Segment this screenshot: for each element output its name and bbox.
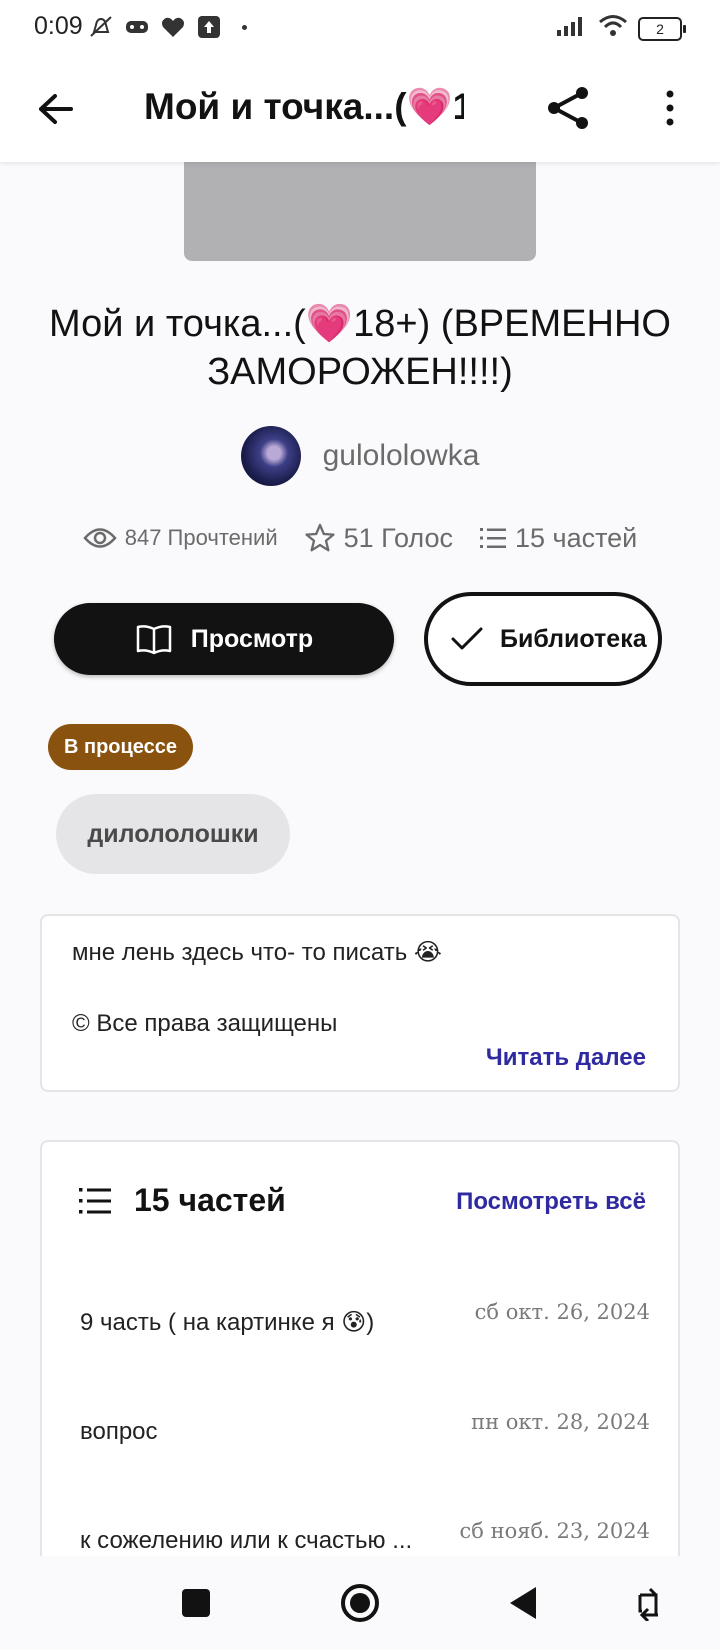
upload-icon bbox=[196, 14, 222, 40]
read-more-link[interactable]: Читать далее bbox=[486, 1044, 646, 1072]
battery-icon: 2 bbox=[638, 16, 686, 41]
parts-title: 15 частей bbox=[134, 1182, 286, 1218]
arrow-left-icon bbox=[39, 94, 73, 124]
part-title: вопрос bbox=[80, 1418, 158, 1445]
status-icons-left bbox=[88, 14, 247, 40]
author-avatar[interactable] bbox=[240, 426, 301, 486]
more-options-button[interactable] bbox=[650, 78, 690, 138]
story-stats: 847 Прочтений 51 Голос 15 частей bbox=[0, 522, 720, 554]
tag-chip[interactable]: дилололошки bbox=[56, 794, 290, 874]
parts-card: 15 частей Посмотреть всё 9 часть ( на ка… bbox=[40, 1140, 680, 1570]
reads-stat: 847 Прочтений bbox=[83, 525, 278, 551]
part-row[interactable]: 9 часть ( на картинке я 😰) сб окт. 26, 2… bbox=[80, 1300, 650, 1340]
list-icon bbox=[79, 1187, 111, 1213]
library-button[interactable]: Библиотека bbox=[424, 592, 662, 686]
parts-stat: 15 частей bbox=[479, 523, 637, 554]
library-button-label: Библиотека bbox=[500, 625, 647, 653]
back-nav-button[interactable] bbox=[498, 1578, 548, 1628]
rotate-icon bbox=[638, 1587, 658, 1621]
part-date: пн окт. 28, 2024 bbox=[471, 1410, 650, 1434]
share-icon bbox=[548, 87, 588, 129]
app-title: Мой и точка...(💗18+) (ВРЕМЕННО ЗАМОРОЖЕН… bbox=[144, 86, 464, 127]
part-title: к сожелению или к счастью ... bbox=[80, 1527, 413, 1554]
votes-stat: 51 Голос bbox=[304, 522, 453, 554]
heart-icon bbox=[160, 14, 186, 40]
mute-bell-icon bbox=[88, 14, 114, 40]
back-button[interactable] bbox=[30, 84, 80, 134]
parts-header: 15 частей bbox=[78, 1182, 286, 1219]
more-vertical-icon bbox=[666, 90, 674, 126]
home-button[interactable] bbox=[335, 1578, 385, 1628]
rotate-button[interactable] bbox=[624, 1578, 674, 1628]
part-title: 9 часть ( на картинке я 😰) bbox=[80, 1309, 375, 1336]
description-text: мне лень здесь что- то писать 😭 bbox=[72, 939, 442, 966]
part-date: сб окт. 26, 2024 bbox=[474, 1300, 650, 1324]
star-icon bbox=[304, 523, 335, 552]
author-name[interactable]: gulololowka bbox=[323, 439, 480, 473]
votes-count: 51 Голос bbox=[343, 522, 453, 553]
read-button-label: Просмотр bbox=[190, 624, 314, 653]
eye-icon bbox=[83, 528, 117, 548]
book-icon bbox=[136, 625, 172, 655]
part-date: сб нояб. 23, 2024 bbox=[459, 1519, 650, 1543]
square-icon bbox=[182, 1589, 210, 1617]
status-icons-right: 2 bbox=[556, 14, 686, 43]
reads-count: 847 Прочтений bbox=[124, 525, 278, 550]
story-title: Мой и точка...(💗18+) (ВРЕМЕННО ЗАМОРОЖЕН… bbox=[49, 303, 671, 393]
triangle-back-icon bbox=[510, 1587, 536, 1619]
system-nav-bar bbox=[0, 1556, 720, 1650]
check-icon bbox=[451, 627, 483, 650]
signal-icon bbox=[556, 14, 588, 43]
list-icon bbox=[479, 528, 506, 548]
description-card: мне лень здесь что- то писать 😭 © Все пр… bbox=[40, 914, 680, 1092]
part-row[interactable]: к сожелению или к счастью ... сб нояб. 2… bbox=[80, 1519, 650, 1559]
author-row[interactable]: gulololowka bbox=[0, 426, 720, 486]
recents-button[interactable] bbox=[171, 1578, 221, 1628]
app-bar: Мой и точка...(💗18+) (ВРЕМЕННО ЗАМОРОЖЕН… bbox=[0, 56, 720, 162]
gamepad-icon bbox=[124, 14, 150, 40]
status-bar: 0:09 2 bbox=[0, 0, 720, 56]
wifi-icon bbox=[598, 14, 628, 43]
share-button[interactable] bbox=[538, 78, 598, 138]
story-status-badge: В процессе bbox=[48, 724, 194, 770]
status-time: 0:09 bbox=[34, 12, 83, 40]
copyright-text: © Все права защищены bbox=[72, 1010, 338, 1037]
read-button[interactable]: Просмотр bbox=[54, 603, 394, 675]
notification-dot bbox=[242, 24, 247, 30]
view-all-link[interactable]: Посмотреть всё bbox=[456, 1188, 646, 1216]
circle-icon bbox=[341, 1584, 379, 1622]
part-row[interactable]: вопрос пн окт. 28, 2024 bbox=[80, 1410, 650, 1450]
parts-count: 15 частей bbox=[514, 522, 638, 553]
